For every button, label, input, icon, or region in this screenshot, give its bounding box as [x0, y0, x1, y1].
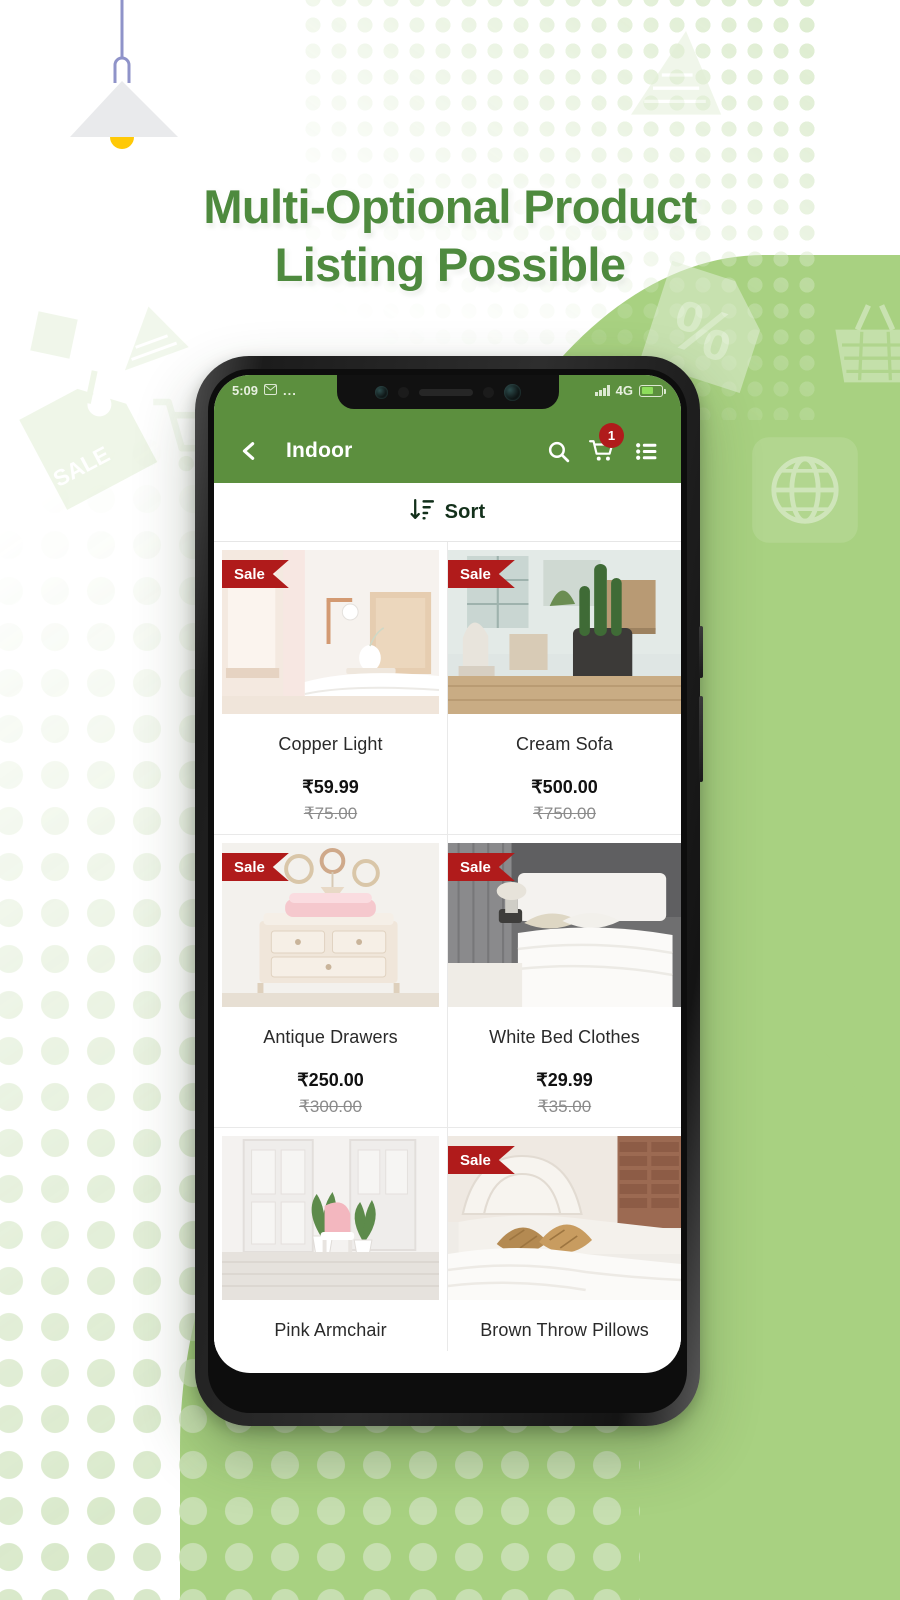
product-card[interactable]: Sale Copper Light ₹59.99 ₹75.00 [214, 542, 447, 834]
product-card[interactable]: Sale White Bed Clothes ₹29.99 ₹35.00 [448, 835, 681, 1127]
phone-mockup: 5:09 ... 4G Indoor 1 Sort Sale Copper Li… [195, 356, 703, 1426]
decor-square [24, 305, 84, 365]
product-name: Copper Light [278, 734, 383, 754]
proximity-sensor-icon [397, 386, 409, 398]
product-card[interactable]: Sale Antique Drawers ₹250.00 ₹300.00 [214, 835, 447, 1127]
shopping-basket-icon [820, 290, 900, 400]
front-camera-secondary-icon [374, 385, 388, 399]
status-time: 5:09 [232, 383, 259, 398]
phone-volume-button[interactable] [699, 696, 703, 782]
product-price: ₹59.99 [302, 777, 359, 797]
product-image[interactable]: Sale [448, 550, 681, 714]
earpiece-speaker [418, 388, 473, 396]
product-name: Cream Sofa [515, 734, 614, 754]
product-price: ₹500.00 [531, 777, 598, 797]
sort-bar[interactable]: Sort [214, 483, 681, 542]
product-card[interactable]: Pink Armchair [214, 1128, 447, 1351]
product-image[interactable]: Sale [448, 1136, 681, 1300]
product-price: ₹250.00 [297, 1070, 364, 1090]
status-bar: 5:09 ... 4G [214, 375, 681, 419]
product-image[interactable]: Sale [222, 843, 439, 1007]
page-title: Multi-Optional Product Listing Possible [0, 178, 900, 294]
phone-notch [336, 375, 559, 409]
app-bar: Indoor 1 [214, 419, 681, 483]
product-image[interactable] [222, 1136, 439, 1300]
product-image[interactable]: Sale [222, 550, 439, 714]
product-name: Brown Throw Pillows [480, 1320, 649, 1340]
phone-bezel: 5:09 ... 4G Indoor 1 Sort Sale Copper Li… [208, 369, 687, 1413]
product-card[interactable]: Sale Brown Throw Pillows [448, 1128, 681, 1351]
battery-icon [639, 384, 666, 397]
product-image[interactable]: Sale [448, 843, 681, 1007]
product-old-price: ₹35.00 [537, 1097, 592, 1116]
front-camera-icon [503, 383, 521, 401]
list-view-icon[interactable] [631, 436, 661, 466]
product-card[interactable]: Sale Cream Sofa ₹500.00 ₹750.00 [448, 542, 681, 834]
product-grid: Sale Copper Light ₹59.99 ₹75.00 Sale Cre… [214, 542, 681, 1351]
cart-badge: 1 [599, 423, 624, 448]
decor-striped-wedge [100, 290, 200, 390]
product-price: ₹29.99 [536, 1070, 593, 1090]
product-old-price: ₹750.00 [533, 804, 596, 823]
shopping-cart-icon[interactable]: 1 [587, 423, 624, 466]
phone-screen: 5:09 ... 4G Indoor 1 Sort Sale Copper Li… [214, 375, 681, 1373]
sort-descending-icon [410, 497, 435, 527]
message-icon [264, 383, 278, 398]
phone-power-button[interactable] [699, 626, 703, 678]
sort-label: Sort [444, 500, 486, 523]
light-sensor-icon [482, 386, 494, 398]
headline-line-2: Listing Possible [274, 238, 626, 291]
product-old-price: ₹300.00 [299, 1097, 362, 1116]
product-old-price: ₹75.00 [303, 804, 358, 823]
status-overflow-dots: ... [283, 383, 297, 398]
back-chevron-icon[interactable] [234, 436, 264, 466]
decor-striped-triangle [620, 20, 730, 130]
product-name: White Bed Clothes [489, 1027, 640, 1047]
pendant-lamp-icon [60, 0, 210, 170]
grid-bottom-spacer [214, 1351, 681, 1357]
product-name: Antique Drawers [263, 1027, 398, 1047]
app-bar-title: Indoor [286, 439, 353, 462]
headline-line-1: Multi-Optional Product [203, 180, 697, 233]
globe-icon [745, 430, 865, 550]
search-icon[interactable] [543, 436, 573, 466]
status-network: 4G [615, 383, 633, 398]
signal-bars-icon [595, 385, 610, 396]
product-name: Pink Armchair [274, 1320, 387, 1340]
